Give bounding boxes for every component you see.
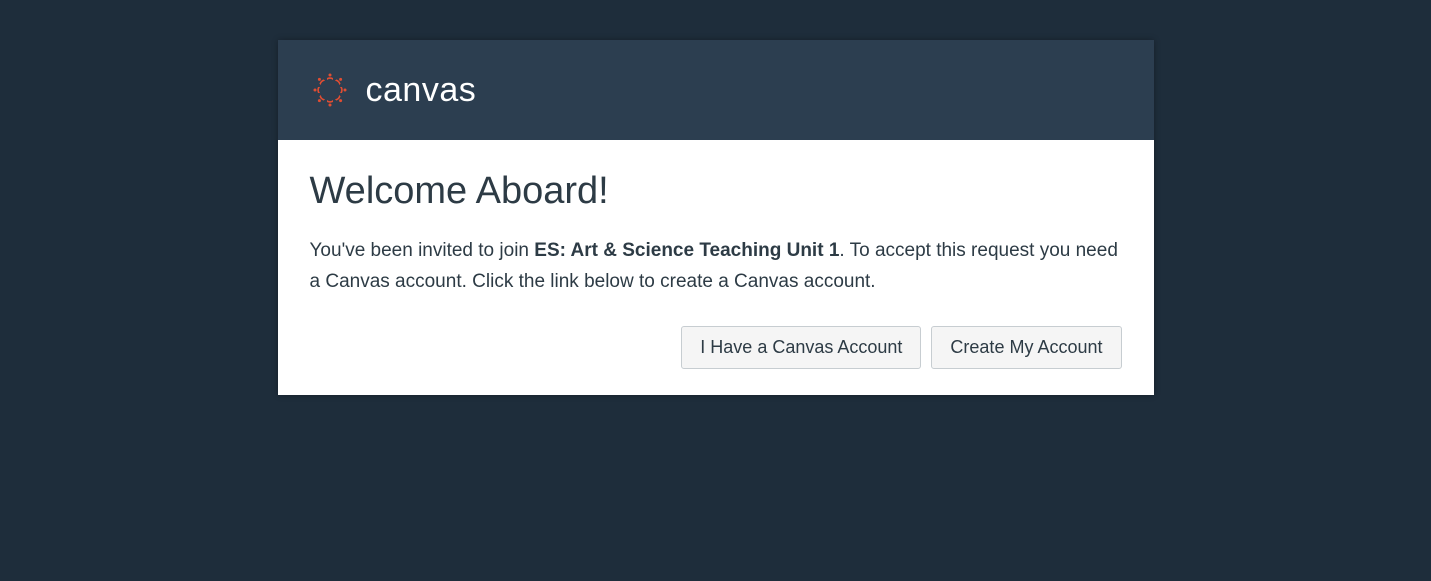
- invite-message: You've been invited to join ES: Art & Sc…: [310, 235, 1122, 298]
- course-name: ES: Art & Science Teaching Unit 1: [534, 240, 839, 261]
- modal-header: canvas: [278, 40, 1154, 140]
- create-account-button[interactable]: Create My Account: [931, 326, 1121, 369]
- canvas-logo-text: canvas: [366, 71, 477, 110]
- button-row: I Have a Canvas Account Create My Accoun…: [310, 326, 1122, 369]
- welcome-modal: canvas Welcome Aboard! You've been invit…: [278, 40, 1154, 395]
- modal-body: Welcome Aboard! You've been invited to j…: [278, 140, 1154, 395]
- canvas-logo-icon: [310, 70, 350, 110]
- welcome-heading: Welcome Aboard!: [310, 170, 1122, 213]
- message-prefix: You've been invited to join: [310, 240, 535, 261]
- have-account-button[interactable]: I Have a Canvas Account: [681, 326, 921, 369]
